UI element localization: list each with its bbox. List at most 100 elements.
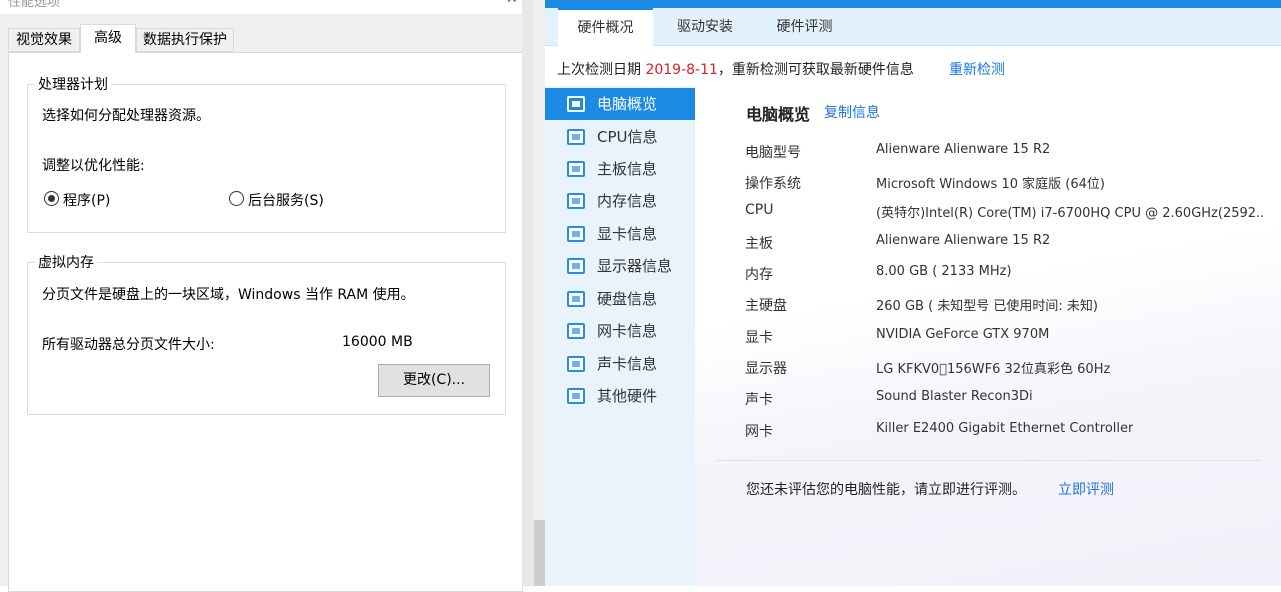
sidebar-item-sound-card[interactable]: 声卡信息: [545, 348, 695, 380]
group-title: 处理器计划: [35, 74, 111, 94]
divider: [716, 460, 1261, 461]
sidebar-item-label: CPU信息: [597, 128, 658, 146]
programs-radio-label[interactable]: 程序(P): [63, 190, 110, 210]
gpu-icon: [567, 226, 585, 242]
monitor-overview-icon: [567, 96, 585, 112]
spec-row-graphics: 显卡 NVIDIA GeForce GTX 970M: [745, 327, 1265, 347]
change-button[interactable]: 更改(C)...: [378, 364, 490, 397]
sidebar-item-network-card[interactable]: 网卡信息: [545, 315, 695, 347]
detection-prefix: 上次检测日期: [557, 62, 641, 78]
spec-value: 260 GB ( 未知型号 已使用时间: 未知): [876, 299, 1098, 314]
sidebar-item-cpu[interactable]: CPU信息: [545, 121, 695, 153]
sidebar-item-label: 电脑概览: [597, 95, 658, 113]
sidebar-item-other-hardware[interactable]: 其他硬件: [545, 380, 695, 412]
dialog-title: 性能选项: [8, 0, 61, 10]
spec-row-os: 操作系统 Microsoft Windows 10 家庭版 (64位): [745, 173, 1265, 193]
disk-icon: [567, 291, 585, 307]
overview-title: 电脑概览: [746, 105, 811, 124]
other-hardware-icon: [567, 388, 585, 404]
spec-row-motherboard: 主板 Alienware Alienware 15 R2: [745, 233, 1265, 253]
tab-driver-install[interactable]: 驱动安装: [660, 8, 750, 46]
window-scrollbar[interactable]: [534, 0, 545, 586]
detection-date: 2019-8-11: [645, 62, 718, 78]
evaluate-now-link[interactable]: 立即评测: [1058, 479, 1114, 499]
paging-total-label: 所有驱动器总分页文件大小:: [42, 337, 215, 353]
sidebar-item-label: 内存信息: [597, 192, 658, 210]
performance-options-dialog: 性能选项 ✕ 视觉效果 高级 数据执行保护 处理器计划 选择如何分配处理器资源。…: [0, 0, 534, 592]
app-topbar: [545, 0, 1281, 8]
spec-value: Microsoft Windows 10 家庭版 (64位): [876, 177, 1105, 192]
sidebar-item-disk[interactable]: 硬盘信息: [545, 283, 695, 315]
spec-key: 主板: [745, 236, 773, 252]
scrollbar-thumb[interactable]: [534, 520, 545, 586]
spec-value: Alienware Alienware 15 R2: [876, 233, 1051, 248]
sidebar-item-label: 硬盘信息: [597, 290, 658, 308]
spec-key: 主硬盘: [745, 298, 787, 314]
tab-data-execution-prevention[interactable]: 数据执行保护: [136, 28, 234, 52]
spec-value: (英特尔)Intel(R) Core(TM) i7-6700HQ CPU @ 2…: [876, 206, 1265, 221]
optimize-label: 调整以优化性能:: [42, 158, 145, 174]
spec-key: 内存: [745, 267, 773, 283]
group-title: 虚拟内存: [35, 252, 97, 272]
spec-value: NVIDIA GeForce GTX 970M: [876, 327, 1050, 342]
sidebar-item-label: 其他硬件: [597, 387, 658, 405]
advanced-tab-panel: 处理器计划 选择如何分配处理器资源。 调整以优化性能: 程序(P) 后台服务(S…: [8, 52, 523, 592]
sidebar-item-label: 显卡信息: [597, 225, 658, 243]
spec-value: LG KFKV0 156WF6 32位真彩色 60Hz: [876, 362, 1111, 377]
redetect-link[interactable]: 重新检测: [949, 59, 1005, 79]
sidebar-item-memory[interactable]: 内存信息: [545, 185, 695, 217]
tab-advanced[interactable]: 高级: [80, 24, 136, 53]
virtual-memory-description: 分页文件是硬盘上的一块区域，Windows 当作 RAM 使用。: [42, 287, 415, 303]
paging-total-value: 16000 MB: [342, 334, 413, 350]
spec-row-network: 网卡 Killer E2400 Gigabit Ethernet Control…: [745, 421, 1265, 441]
spec-row-cpu: CPU (英特尔)Intel(R) Core(TM) i7-6700HQ CPU…: [745, 202, 1265, 222]
sidebar-item-label: 显示器信息: [597, 257, 673, 275]
spec-value: Sound Blaster Recon3Di: [876, 389, 1033, 404]
background-services-radio[interactable]: [229, 191, 244, 206]
cpu-icon: [567, 129, 585, 145]
spec-value: 8.00 GB ( 2133 MHz): [876, 264, 1012, 279]
sidebar-item-display[interactable]: 显示器信息: [545, 250, 695, 282]
sidebar-item-overview[interactable]: 电脑概览: [545, 88, 695, 120]
overview-content: 电脑概览 复制信息 电脑型号 Alienware Alienware 15 R2…: [695, 86, 1281, 586]
background-services-radio-label[interactable]: 后台服务(S): [248, 190, 324, 210]
copy-info-link[interactable]: 复制信息: [824, 102, 880, 122]
spec-row-memory: 内存 8.00 GB ( 2133 MHz): [745, 264, 1265, 284]
spec-value: Alienware Alienware 15 R2: [876, 142, 1051, 157]
tab-visual-effects[interactable]: 视觉效果: [8, 28, 80, 52]
spec-row-sound: 声卡 Sound Blaster Recon3Di: [745, 389, 1265, 409]
sidebar-item-label: 主板信息: [597, 160, 658, 178]
tab-hardware-benchmark[interactable]: 硬件评测: [757, 8, 852, 46]
sidebar-item-label: 网卡信息: [597, 322, 658, 340]
app-tabs-bar: 硬件概况 驱动安装 硬件评测: [545, 8, 1281, 47]
spec-row-display: 显示器 LG KFKV0 156WF6 32位真彩色 60Hz: [745, 358, 1265, 378]
sound-card-icon: [567, 356, 585, 372]
hardware-sidebar: 电脑概览 CPU信息 主板信息 内存信息 显卡信息 显示器信息 硬盘信息 网卡信…: [545, 86, 695, 586]
network-card-icon: [567, 323, 585, 339]
display-icon: [567, 258, 585, 274]
hardware-app-window: 硬件概况 驱动安装 硬件评测 上次检测日期 2019-8-11，重新检测可获取最…: [545, 0, 1281, 586]
spec-key: 声卡: [745, 392, 773, 408]
processor-description: 选择如何分配处理器资源。: [42, 108, 210, 124]
spec-key: 电脑型号: [745, 145, 801, 161]
spec-key: CPU: [745, 202, 774, 218]
sidebar-item-gpu[interactable]: 显卡信息: [545, 218, 695, 250]
spec-key: 显卡: [745, 330, 773, 346]
tab-hardware-overview[interactable]: 硬件概况: [558, 8, 653, 47]
motherboard-icon: [567, 161, 585, 177]
dialog-right-edge: [522, 0, 534, 586]
spec-key: 显示器: [745, 361, 787, 377]
spec-key: 网卡: [745, 424, 773, 440]
sidebar-item-label: 声卡信息: [597, 355, 658, 373]
detection-suffix: ，重新检测可获取最新硬件信息: [717, 62, 914, 78]
spec-row-model: 电脑型号 Alienware Alienware 15 R2: [745, 142, 1265, 162]
dialog-titlebar: 性能选项 ✕: [0, 0, 534, 14]
processor-scheduling-group: 处理器计划 选择如何分配处理器资源。 调整以优化性能: 程序(P) 后台服务(S…: [27, 74, 506, 233]
last-detection-info: 上次检测日期 2019-8-11，重新检测可获取最新硬件信息: [557, 59, 914, 79]
close-icon[interactable]: ✕: [506, 0, 518, 7]
programs-radio[interactable]: [44, 191, 59, 206]
memory-icon: [567, 193, 585, 209]
spec-key: 操作系统: [745, 176, 801, 192]
spec-row-main-disk: 主硬盘 260 GB ( 未知型号 已使用时间: 未知): [745, 295, 1265, 315]
sidebar-item-motherboard[interactable]: 主板信息: [545, 153, 695, 185]
